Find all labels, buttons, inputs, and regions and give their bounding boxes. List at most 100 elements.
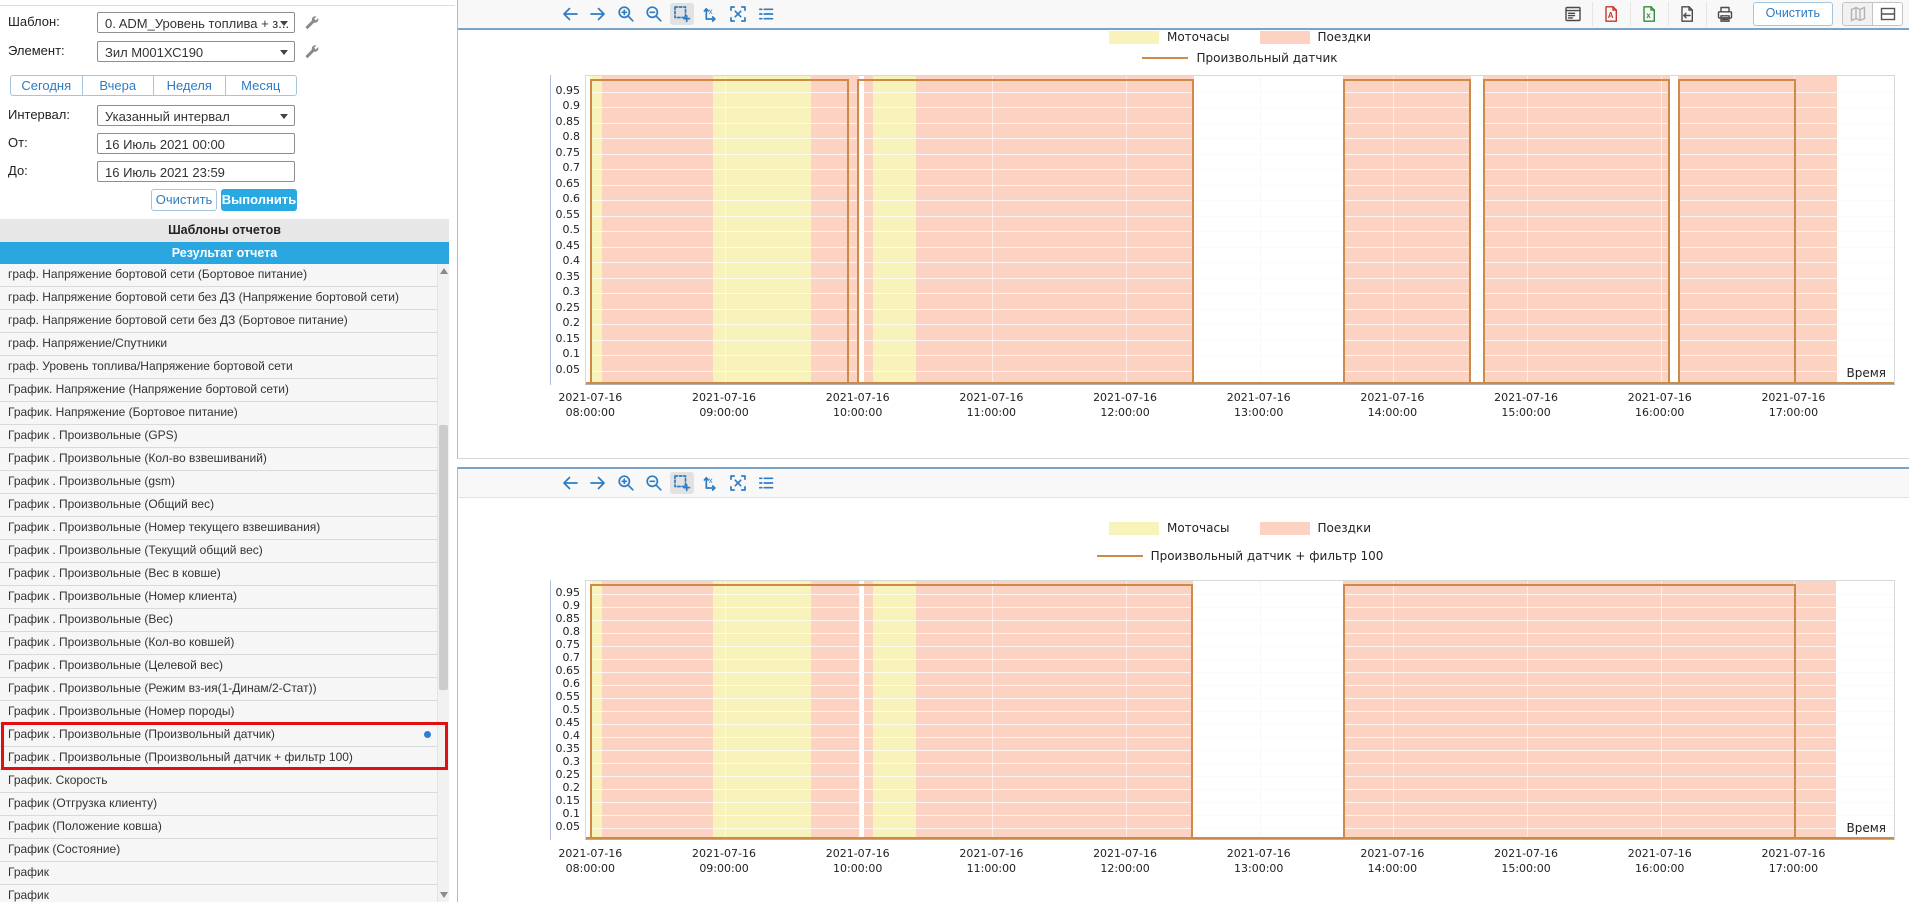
period-button-1[interactable]: Вчера: [82, 76, 154, 95]
zoom-selection-icon[interactable]: [670, 3, 694, 25]
from-date-value: 16 Июль 2021 00:00: [105, 137, 225, 152]
zoom-out-icon[interactable]: [642, 472, 666, 494]
list-item[interactable]: График: [0, 862, 437, 885]
zoom-in-icon[interactable]: [614, 3, 638, 25]
list-item[interactable]: График . Произвольные (Целевой вес): [0, 655, 437, 678]
template-select[interactable]: 0. ADM_Уровень топлива + з...: [97, 12, 295, 33]
to-date-input[interactable]: 16 Июль 2021 23:59: [97, 161, 295, 182]
list-item[interactable]: График . Произвольные (Номер текущего вз…: [0, 517, 437, 540]
period-button-3[interactable]: Месяц: [225, 76, 297, 95]
zoom-in-icon[interactable]: [614, 472, 638, 494]
list-item[interactable]: граф. Напряжение/Спутники: [0, 333, 437, 356]
list-item[interactable]: График . Произвольные (Режим вз-ия(1-Дин…: [0, 678, 437, 701]
forward-arrow[interactable]: [586, 3, 610, 25]
y-axis-tick-label: 0.15: [546, 332, 580, 345]
zoom-out-icon[interactable]: [642, 3, 666, 25]
map-icon[interactable]: [1843, 3, 1872, 25]
x-axis-tick-label: 2021-07-1616:00:00: [1612, 390, 1708, 420]
forward-arrow[interactable]: [586, 472, 610, 494]
interval-select[interactable]: Указанный интервал: [97, 105, 295, 126]
legend-label: Поездки: [1318, 521, 1371, 535]
fit-screen-icon[interactable]: [726, 472, 750, 494]
clear-button[interactable]: Очистить: [151, 189, 217, 211]
fit-screen-icon[interactable]: [726, 3, 750, 25]
list-scrollbar-thumb[interactable]: [439, 425, 448, 690]
list-item[interactable]: График . Произвольные (Кол-во ковшей): [0, 632, 437, 655]
templates-header[interactable]: Шаблоны отчетов: [0, 219, 449, 242]
chart-toolbar: x Ax Очистить: [458, 0, 1909, 30]
pdf-icon[interactable]: A: [1592, 2, 1630, 26]
y-axis-tick-label: 0.05: [546, 820, 580, 833]
list-item[interactable]: График . Произвольные (Произвольный датч…: [0, 724, 437, 747]
y-axis-tick-label: 0.4: [546, 254, 580, 267]
interval-label: Интервал:: [8, 107, 70, 122]
chart-clear-button[interactable]: Очистить: [1753, 2, 1833, 26]
split-view-icon[interactable]: [1872, 3, 1902, 25]
period-button-0[interactable]: Сегодня: [11, 76, 82, 95]
result-header[interactable]: Результат отчета: [0, 242, 449, 264]
x-axis-tick-label: 2021-07-1609:00:00: [676, 846, 772, 876]
y-axis-tick-label: 0.7: [546, 651, 580, 664]
panel-top-divider: [0, 5, 455, 6]
svg-text:x: x: [1646, 11, 1651, 20]
legend-list-icon[interactable]: [754, 3, 778, 25]
list-item[interactable]: График . Произвольные (gsm): [0, 471, 437, 494]
list-item[interactable]: График. Напряжение (Бортовое питание): [0, 402, 437, 425]
export-icon[interactable]: [1668, 2, 1706, 26]
y-axis-tick-label: 0.6: [546, 677, 580, 690]
x-axis-tick-label: 2021-07-1613:00:00: [1211, 390, 1307, 420]
list-item[interactable]: График: [0, 885, 437, 902]
element-select[interactable]: Зил М001ХС190: [97, 41, 295, 62]
list-item[interactable]: График . Произвольные (GPS): [0, 425, 437, 448]
x-axis-scale-icon[interactable]: x: [698, 3, 722, 25]
from-date-input[interactable]: 16 Июль 2021 00:00: [97, 133, 295, 154]
sensor-line-segment: [1678, 79, 1796, 385]
excel-icon[interactable]: x: [1630, 2, 1668, 26]
list-item[interactable]: График . Произвольные (Кол-во взвешивани…: [0, 448, 437, 471]
template-settings-wrench-icon[interactable]: [303, 14, 319, 30]
list-item[interactable]: График . Произвольные (Произвольный датч…: [0, 747, 437, 770]
plot-area[interactable]: Время: [585, 580, 1895, 840]
list-item[interactable]: граф. Напряжение бортовой сети без ДЗ (Н…: [0, 287, 437, 310]
list-item[interactable]: График (Состояние): [0, 839, 437, 862]
scroll-up-icon[interactable]: [440, 268, 448, 274]
sensor-line-segment: [1343, 584, 1796, 840]
list-item[interactable]: График . Произвольные (Вес в ковше): [0, 563, 437, 586]
list-item[interactable]: График (Отгрузка клиенту): [0, 793, 437, 816]
x-axis-scale-icon[interactable]: x: [698, 472, 722, 494]
execute-button[interactable]: Выполнить: [221, 189, 297, 211]
y-axis-tick-label: 0.15: [546, 794, 580, 807]
list-item[interactable]: График . Произвольные (Вес): [0, 609, 437, 632]
list-item[interactable]: График . Произвольные (Номер клиента): [0, 586, 437, 609]
list-item[interactable]: График . Произвольные (Номер породы): [0, 701, 437, 724]
chart-legend-line: Произвольный датчик: [585, 51, 1895, 65]
list-item[interactable]: График . Произвольные (Общий вес): [0, 494, 437, 517]
selected-item-marker-dot: [424, 731, 431, 738]
list-item[interactable]: граф. Напряжение бортовой сети (Бортовое…: [0, 264, 437, 287]
period-button-2[interactable]: Неделя: [153, 76, 225, 95]
chart-panel-top: x AxОчистить МоточасыПоездкиПроизвольный…: [457, 0, 1909, 459]
legend-label: Поездки: [1318, 30, 1371, 44]
print-icon[interactable]: [1706, 2, 1744, 26]
y-axis-tick-label: 0.95: [546, 586, 580, 599]
list-item[interactable]: График. Напряжение (Напряжение бортовой …: [0, 379, 437, 402]
legend-swatch-icon: [1260, 522, 1310, 535]
back-arrow[interactable]: [558, 3, 582, 25]
report-icon[interactable]: [1555, 2, 1592, 26]
legend-label: Моточасы: [1167, 521, 1230, 535]
list-item[interactable]: График (Положение ковша): [0, 816, 437, 839]
back-arrow[interactable]: [558, 472, 582, 494]
period-button-group: СегодняВчераНеделяМесяц: [10, 75, 297, 96]
list-item[interactable]: граф. Напряжение бортовой сети без ДЗ (Б…: [0, 310, 437, 333]
list-item[interactable]: граф. Уровень топлива/Напряжение бортово…: [0, 356, 437, 379]
list-item[interactable]: График. Скорость: [0, 770, 437, 793]
scroll-down-icon[interactable]: [440, 892, 448, 898]
list-item[interactable]: График . Произвольные (Текущий общий вес…: [0, 540, 437, 563]
element-settings-wrench-icon[interactable]: [303, 43, 319, 59]
legend-list-icon[interactable]: [754, 472, 778, 494]
y-axis-line: [550, 75, 551, 385]
plot-area[interactable]: Время: [585, 75, 1895, 385]
zoom-selection-icon[interactable]: [670, 472, 694, 494]
gridline-v-over: [1260, 76, 1261, 384]
report-settings-panel: Шаблон: 0. ADM_Уровень топлива + з... Эл…: [0, 0, 456, 902]
